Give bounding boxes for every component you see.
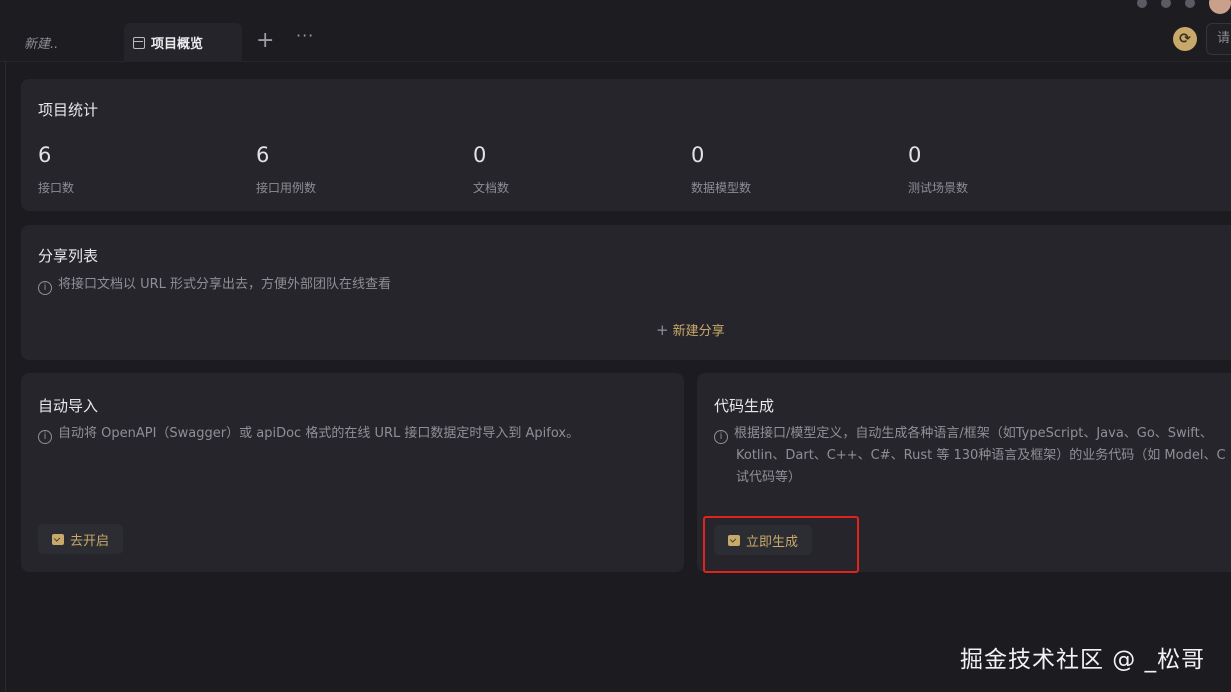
more-tabs-button[interactable]: ··· [296, 26, 314, 45]
share-title: 分享列表 [38, 247, 99, 265]
auto-import-info-text: 自动将 OpenAPI（Swagger）或 apiDoc 格式的在线 URL 接… [58, 426, 580, 441]
stat-value-apis: 6 [38, 143, 52, 167]
search-input[interactable]: 请 [1206, 23, 1231, 55]
codegen-card: 代码生成 i 根据接口/模型定义，自动生成各种语言/框架（如TypeScript、… [697, 373, 1231, 572]
tab-new-label: 新建.. [24, 37, 59, 52]
top-bar: 新建.. 项目概览 + ··· ⟳ 请 [0, 0, 1231, 62]
info-icon: i [714, 430, 728, 444]
codegen-info: i 根据接口/模型定义，自动生成各种语言/框架（如TypeScript、Java、… [714, 423, 1226, 489]
watermark: 掘金技术社区 @ _松哥 [960, 647, 1206, 673]
settings-icon[interactable] [1161, 0, 1171, 8]
stat-value-docs: 0 [473, 143, 487, 167]
auto-import-info: i 自动将 OpenAPI（Swagger）或 apiDoc 格式的在线 URL … [38, 423, 579, 445]
enable-auto-import-button[interactable]: 去开启 [38, 524, 124, 554]
generate-code-label: 立即生成 [746, 534, 799, 550]
notification-icon[interactable] [1185, 0, 1195, 8]
generate-code-button[interactable]: 立即生成 [714, 525, 813, 555]
auto-import-title: 自动导入 [38, 397, 99, 415]
sidebar-divider [5, 62, 6, 692]
codegen-info-text-1: 根据接口/模型定义，自动生成各种语言/框架（如TypeScript、Java、G… [734, 426, 1213, 441]
stats-title: 项目统计 [38, 101, 99, 119]
tab-project-overview-label: 项目概览 [151, 37, 204, 52]
stats-card: 项目统计 6 接口数 6 接口用例数 0 文档数 0 数据模型数 0 测试场景数 [21, 79, 1231, 211]
share-card: 分享列表 i 将接口文档以 URL 形式分享出去，方便外部团队在线查看 + 新建分享 [21, 225, 1231, 360]
stat-label-models: 数据模型数 [691, 181, 752, 195]
minimize-icon[interactable] [1137, 0, 1147, 8]
stat-label-scenarios: 测试场景数 [908, 181, 969, 195]
sync-icon [52, 533, 64, 545]
terminal-icon [728, 534, 740, 546]
avatar[interactable] [1209, 0, 1231, 14]
codegen-info-line-3: 试代码等） [736, 470, 802, 485]
codegen-title: 代码生成 [714, 397, 775, 415]
new-share-label: 新建分享 [672, 324, 725, 339]
stat-label-apis: 接口数 [38, 181, 75, 195]
sync-icon[interactable]: ⟳ [1173, 27, 1197, 51]
stat-label-cases: 接口用例数 [256, 181, 317, 195]
layout-icon [133, 36, 145, 49]
codegen-info-line-2: Kotlin、Dart、C++、C#、Rust 等 130种语言及框架）的业务代… [736, 448, 1226, 463]
stat-value-cases: 6 [256, 143, 270, 167]
plus-icon: + [656, 321, 669, 339]
info-icon: i [38, 430, 52, 444]
stat-value-models: 0 [691, 143, 705, 167]
info-icon: i [38, 281, 52, 295]
stat-label-docs: 文档数 [473, 181, 510, 195]
codegen-info-line-1: i 根据接口/模型定义，自动生成各种语言/框架（如TypeScript、Java、… [714, 423, 1226, 445]
auto-import-card: 自动导入 i 自动将 OpenAPI（Swagger）或 apiDoc 格式的在线… [21, 373, 684, 572]
share-info-text: 将接口文档以 URL 形式分享出去，方便外部团队在线查看 [58, 277, 392, 292]
add-tab-button[interactable]: + [256, 28, 274, 54]
share-info: i 将接口文档以 URL 形式分享出去，方便外部团队在线查看 [38, 274, 391, 296]
tab-project-overview[interactable]: 项目概览 [124, 23, 242, 62]
tab-new[interactable]: 新建.. [0, 23, 124, 62]
stat-value-scenarios: 0 [908, 143, 922, 167]
window-controls [1137, 0, 1231, 14]
enable-auto-import-label: 去开启 [70, 533, 110, 549]
new-share-button[interactable]: + 新建分享 [656, 320, 725, 339]
